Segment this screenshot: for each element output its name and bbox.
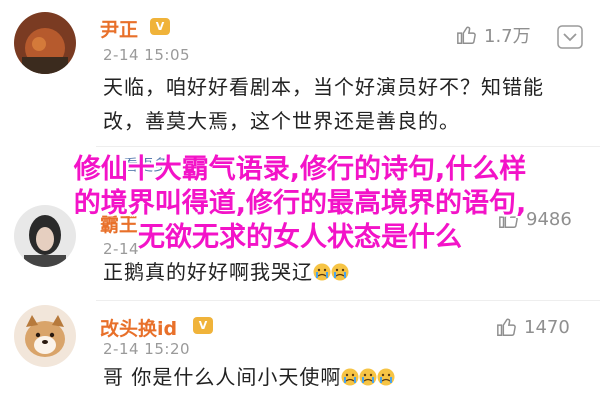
like-button[interactable]: 1470: [496, 316, 570, 338]
crying-face-icon: [377, 368, 395, 386]
thumbs-up-icon: [457, 26, 476, 44]
crying-face-icon: [359, 368, 377, 386]
username[interactable]: 尹正: [100, 15, 138, 42]
overlay-caption-line-1: 修仙十大霸气语录,修行的诗句,什么样: [73, 154, 527, 185]
comment-text: 正鹅真的好好啊我哭辽: [103, 255, 573, 289]
crying-face-icon: [313, 263, 331, 281]
crying-face-icon: [341, 368, 359, 386]
like-count: 1470: [524, 316, 570, 338]
vip-badge: V: [193, 317, 213, 334]
comment-text: 哥 你是什么人间小天使啊: [103, 360, 573, 394]
username[interactable]: 改头换id: [100, 314, 177, 341]
chevron-down-icon: [557, 25, 583, 49]
comment-text-body: 正鹅真的好好啊我哭辽: [103, 260, 313, 284]
avatar-image: [14, 12, 76, 74]
avatar-image: [14, 305, 76, 367]
divider: [96, 300, 600, 301]
crying-face-icon: [331, 263, 349, 281]
vip-badge: V: [150, 18, 170, 35]
overlay-caption-line-2: 的境界叫得道,修行的最高境界的语句,: [73, 188, 527, 219]
avatar[interactable]: [14, 305, 76, 367]
thumbs-up-icon: [497, 318, 516, 336]
overlay-caption-line-3: 无欲无求的女人状态是什么: [138, 222, 462, 253]
comment-text-body: 哥 你是什么人间小天使啊: [103, 365, 342, 389]
like-button[interactable]: 1.7万: [456, 22, 531, 48]
more-button[interactable]: [557, 25, 583, 49]
timestamp: 2-14 15:05: [103, 46, 191, 64]
like-count: 1.7万: [484, 26, 531, 47]
comment-text: 天临，咱好好看剧本，当个好演员好不？知错能改，善莫大焉，这个世界还是善良的。: [103, 75, 544, 133]
timestamp: 2-14 15:20: [103, 340, 191, 358]
avatar[interactable]: [14, 12, 76, 74]
divider: [96, 146, 600, 147]
